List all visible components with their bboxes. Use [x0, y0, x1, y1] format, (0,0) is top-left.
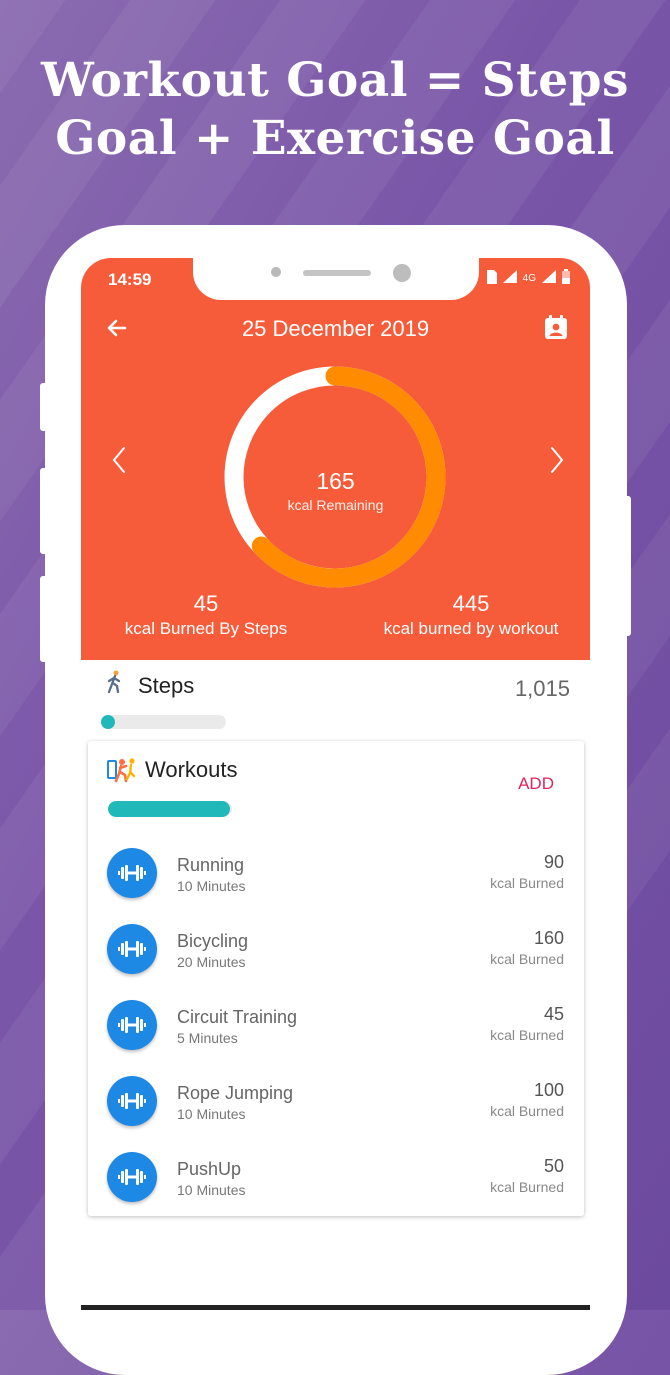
workout-kcal-unit: kcal Burned	[490, 875, 564, 891]
headline-line-1: Workout Goal = Steps	[41, 53, 629, 108]
steps-burn-label: kcal Burned By Steps	[124, 619, 288, 638]
dumbbell-icon	[107, 848, 157, 898]
steps-burn-value: 45	[193, 591, 219, 616]
workout-kcal-unit: kcal Burned	[490, 1027, 564, 1043]
steps-burn-stat: 45 kcal Burned By Steps	[115, 591, 297, 639]
signal-icon	[502, 270, 517, 286]
date-row: 25 December 2019	[81, 314, 590, 346]
workout-duration: 20 Minutes	[177, 954, 246, 970]
battery-icon	[562, 269, 570, 287]
workout-duration: 10 Minutes	[177, 1182, 246, 1198]
promo-headline: Workout Goal = Steps Goal + Exercise Goa…	[0, 52, 670, 168]
notch-camera	[393, 264, 411, 282]
summary-header: 14:59 4G 25 December 2019 165 kcal Remai…	[81, 258, 590, 660]
add-workout-button[interactable]: ADD	[518, 774, 554, 794]
steps-progress-bar	[101, 715, 226, 729]
workout-kcal: 45	[543, 1004, 564, 1024]
steps-count: 1,015	[514, 676, 570, 701]
workout-item[interactable]: Bicycling 20 Minutes 160 kcal Burned	[88, 924, 584, 1000]
signal-icon	[542, 270, 556, 286]
workout-kcal-unit: kcal Burned	[490, 1179, 564, 1195]
workout-name: PushUp	[177, 1159, 242, 1179]
workout-burn-stat: 445 kcal burned by workout	[371, 591, 571, 639]
steps-progress-fill	[101, 715, 115, 729]
workout-name: Running	[177, 855, 245, 875]
network-type: 4G	[522, 272, 536, 284]
page-title: 25 December 2019	[241, 316, 430, 341]
status-icons: 4G	[486, 269, 570, 287]
exercise-people-icon	[107, 757, 137, 789]
workout-kcal: 160	[533, 928, 564, 948]
steps-title: Steps	[138, 673, 195, 698]
app-screen: 14:59 4G 25 December 2019 165 kcal Remai…	[81, 258, 590, 1310]
workout-duration: 10 Minutes	[177, 1106, 246, 1122]
workout-burn-label: kcal burned by workout	[383, 619, 559, 638]
workout-item[interactable]: Running 10 Minutes 90 kcal Burned	[88, 848, 584, 924]
workout-item[interactable]: Circuit Training 5 Minutes 45 kcal Burne…	[88, 1000, 584, 1076]
calendar-person-icon[interactable]	[543, 314, 569, 340]
workout-kcal: 50	[543, 1156, 564, 1176]
workout-duration: 5 Minutes	[177, 1030, 238, 1046]
notch-sensor	[271, 267, 281, 277]
sim-icon	[486, 269, 497, 287]
workout-burn-value: 445	[452, 591, 490, 616]
workout-kcal-unit: kcal Burned	[490, 951, 564, 967]
screen-bottom-edge	[81, 1305, 590, 1310]
kcal-remaining-value: 165	[316, 468, 355, 494]
workout-kcal: 100	[533, 1080, 564, 1100]
workout-kcal: 90	[543, 852, 564, 872]
walking-person-icon	[105, 670, 125, 700]
workout-name: Bicycling	[177, 931, 249, 951]
back-arrow-icon[interactable]	[105, 316, 129, 340]
workout-item[interactable]: Rope Jumping 10 Minutes 100 kcal Burned	[88, 1076, 584, 1152]
dumbbell-icon	[107, 924, 157, 974]
steps-section[interactable]: Steps 1,015	[81, 660, 590, 740]
workouts-card: Workouts ADD Running 10 Minutes 90 kcal …	[88, 741, 584, 1216]
workouts-title: Workouts	[145, 757, 238, 782]
workouts-progress-bar	[108, 801, 232, 817]
kcal-remaining-label: kcal Remaining	[287, 497, 384, 513]
notch-speaker	[303, 270, 371, 276]
workout-duration: 10 Minutes	[177, 878, 246, 894]
dumbbell-icon	[107, 1076, 157, 1126]
phone-notch	[193, 258, 479, 300]
headline-line-2: Goal + Exercise Goal	[55, 111, 615, 166]
dumbbell-icon	[107, 1000, 157, 1050]
workout-name: Rope Jumping	[177, 1083, 294, 1103]
status-time: 14:59	[108, 270, 152, 289]
workout-kcal-unit: kcal Burned	[490, 1103, 564, 1119]
workout-item[interactable]: PushUp 10 Minutes 50 kcal Burned	[88, 1152, 584, 1228]
workout-name: Circuit Training	[177, 1007, 298, 1027]
workouts-progress-fill	[108, 801, 230, 817]
dumbbell-icon	[107, 1152, 157, 1202]
